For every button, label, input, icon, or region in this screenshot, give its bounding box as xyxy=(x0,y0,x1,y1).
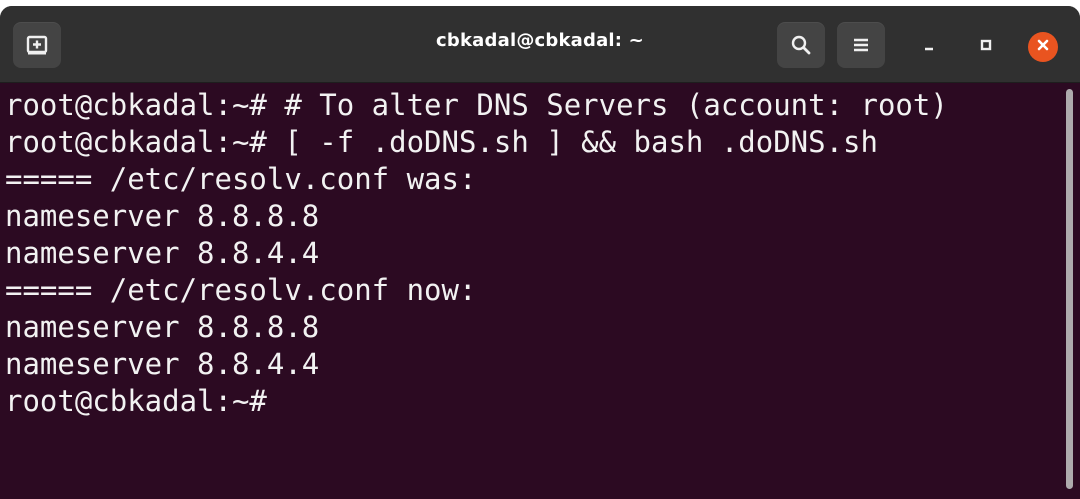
terminal-output[interactable]: root@cbkadal:~# # To alter DNS Servers (… xyxy=(0,83,1080,499)
search-button[interactable] xyxy=(777,22,825,68)
terminal-lines: root@cbkadal:~# # To alter DNS Servers (… xyxy=(5,87,1060,420)
close-button[interactable] xyxy=(1028,32,1058,62)
hamburger-menu-icon xyxy=(851,35,871,55)
maximize-button[interactable] xyxy=(971,32,1001,62)
terminal-line: ===== /etc/resolv.conf was: xyxy=(5,162,477,196)
terminal-line: root@cbkadal:~# [ -f .doDNS.sh ] && bash… xyxy=(5,125,878,159)
scrollbar[interactable] xyxy=(1066,89,1073,489)
terminal-line: nameserver 8.8.4.4 xyxy=(5,347,320,381)
terminal-line: ===== /etc/resolv.conf now: xyxy=(5,273,477,307)
terminal-line: nameserver 8.8.4.4 xyxy=(5,236,320,270)
maximize-icon xyxy=(978,37,994,58)
search-icon xyxy=(790,34,812,56)
minimize-icon xyxy=(921,37,937,58)
terminal-line: nameserver 8.8.8.8 xyxy=(5,199,320,233)
terminal-line: root@cbkadal:~# # To alter DNS Servers (… xyxy=(5,88,948,122)
minimize-button[interactable] xyxy=(914,32,944,62)
title-bar[interactable]: cbkadal@cbkadal: ~ xyxy=(0,6,1080,83)
close-icon xyxy=(1035,37,1051,58)
terminal-window: cbkadal@cbkadal: ~ root@cbkadal:~# # To … xyxy=(0,6,1080,499)
terminal-line: root@cbkadal:~# xyxy=(5,384,267,418)
terminal-line: nameserver 8.8.8.8 xyxy=(5,310,320,344)
menu-button[interactable] xyxy=(837,22,885,68)
